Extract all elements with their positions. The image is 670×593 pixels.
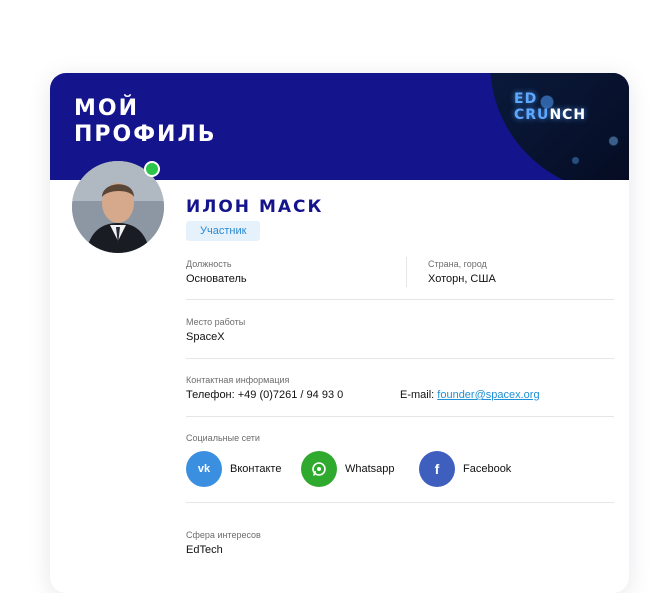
position-value: Основатель: [186, 273, 247, 285]
section-divider: [186, 299, 614, 300]
email-label: E-mail:: [400, 389, 438, 401]
social-label: Социальные сети: [186, 433, 260, 443]
avatar[interactable]: [72, 161, 164, 253]
column-divider: [406, 257, 407, 287]
social-link-label: Whatsapp: [345, 463, 395, 475]
page-title: МОЙ ПРОФИЛЬ: [74, 96, 217, 147]
social-link-vkontakte[interactable]: vk Вконтакте: [186, 450, 281, 488]
role-badge: Участник: [186, 221, 261, 241]
location-value: Хоторн, США: [428, 273, 496, 285]
social-link-facebook[interactable]: f Facebook: [419, 450, 511, 488]
email-field: E-mail: founder@spacex.org: [400, 389, 540, 401]
section-divider: [186, 416, 614, 417]
phone-value: Телефон: +49 (0)7261 / 94 93 0: [186, 389, 344, 401]
edcrunch-banner-image: ED CRUNCH: [490, 73, 629, 180]
position-label: Должность: [186, 259, 232, 269]
social-link-whatsapp[interactable]: Whatsapp: [301, 450, 395, 488]
social-link-label: Вконтакте: [230, 463, 282, 475]
location-label: Страна, город: [428, 259, 487, 269]
workplace-value: SpaceX: [186, 331, 225, 343]
workplace-label: Место работы: [186, 317, 246, 327]
social-link-label: Facebook: [463, 463, 512, 475]
profile-name: ИЛОН МАСК: [186, 197, 324, 217]
email-link[interactable]: founder@spacex.org: [437, 389, 539, 401]
profile-card: МОЙ ПРОФИЛЬ ED CRUNCH ИЛОН МАСК Участник…: [50, 73, 629, 593]
vk-icon: vk: [186, 451, 222, 487]
contact-label: Контактная информация: [186, 375, 290, 385]
edcrunch-logo: ED CRUNCH: [514, 91, 587, 123]
facebook-icon: f: [419, 451, 455, 487]
interests-value: EdTech: [186, 544, 223, 556]
section-divider: [186, 358, 614, 359]
whatsapp-icon: [301, 451, 337, 487]
section-divider: [186, 502, 614, 503]
interests-label: Сфера интересов: [186, 530, 261, 540]
online-status-dot: [144, 161, 160, 177]
